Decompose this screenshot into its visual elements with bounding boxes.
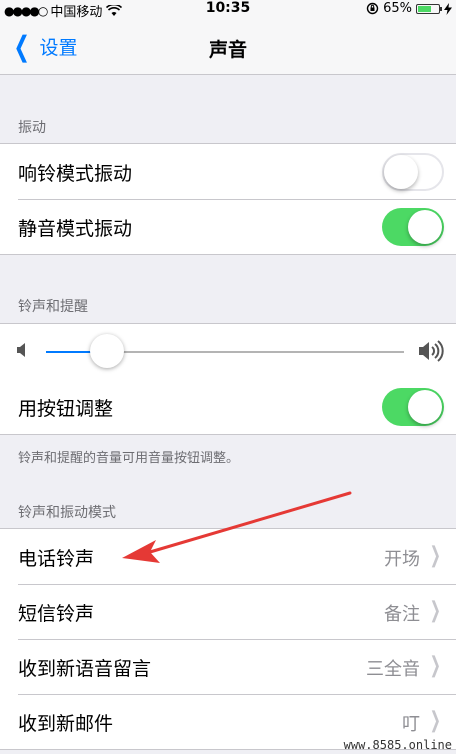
orientation-lock-icon (366, 2, 379, 15)
sounds-group: 电话铃声 开场 ❯ 短信铃声 备注 ❯ 收到新语音留言 三全音 ❯ 收到新邮件 … (0, 528, 456, 750)
vibrate-group: 响铃模式振动 静音模式振动 (0, 143, 456, 255)
row-label: 电话铃声 (18, 548, 95, 570)
chevron-right-icon: ❯ (429, 543, 441, 568)
toggle-knob (384, 155, 418, 189)
row-label: 响铃模式振动 (18, 163, 133, 185)
chevron-right-icon: ❯ (429, 708, 441, 733)
toggle-knob (408, 390, 442, 424)
row-value: 开场 (384, 549, 420, 570)
row-value: 备注 (384, 604, 420, 625)
row-new-voicemail[interactable]: 收到新语音留言 三全音 ❯ (0, 639, 456, 694)
row-value: 三全音 (366, 659, 420, 680)
change-with-buttons-toggle[interactable] (382, 388, 444, 426)
row-text-tone[interactable]: 短信铃声 备注 ❯ (0, 584, 456, 639)
row-vibrate-on-ring: 响铃模式振动 (0, 144, 456, 199)
navigation-bar: ❮ 设置 声音 (0, 20, 456, 75)
row-ringtone[interactable]: 电话铃声 开场 ❯ (0, 529, 456, 584)
section-header-sounds: 铃声和振动模式 (18, 505, 116, 521)
status-right: 65% (366, 1, 452, 16)
vibrate-on-silent-toggle[interactable] (382, 208, 444, 246)
battery-icon (416, 3, 442, 14)
chevron-right-icon: ❯ (429, 653, 441, 678)
row-label: 短信铃声 (18, 603, 95, 625)
toggle-knob (408, 210, 442, 244)
page-title: 声音 (208, 39, 247, 61)
row-change-with-buttons: 用按钮调整 (0, 379, 456, 434)
row-value: 叮 (402, 714, 420, 735)
battery-percent: 65% (383, 1, 412, 16)
volume-low-icon (17, 343, 25, 357)
row-label: 静音模式振动 (18, 218, 133, 240)
charging-icon (444, 2, 452, 15)
section-header-vibrate: 振动 (18, 120, 46, 136)
volume-slider-row (0, 324, 456, 379)
ringer-group: 用按钮调整 (0, 323, 456, 435)
status-bar: ●●●●○ 中国移动 10:35 65% (0, 0, 456, 20)
vibrate-on-ring-toggle[interactable] (382, 153, 444, 191)
row-vibrate-on-silent: 静音模式振动 (0, 199, 456, 254)
section-header-ringer: 铃声和提醒 (18, 299, 88, 315)
volume-high-icon (419, 340, 444, 362)
row-label: 收到新语音留言 (18, 658, 152, 680)
ringer-footer-note: 铃声和提醒的音量可用音量按钮调整。 (18, 451, 240, 466)
chevron-right-icon: ❯ (429, 598, 441, 623)
row-label: 用按钮调整 (18, 398, 114, 420)
volume-slider-thumb[interactable] (89, 334, 124, 368)
row-label: 收到新邮件 (18, 713, 114, 735)
watermark: www.8585.online (343, 738, 452, 752)
